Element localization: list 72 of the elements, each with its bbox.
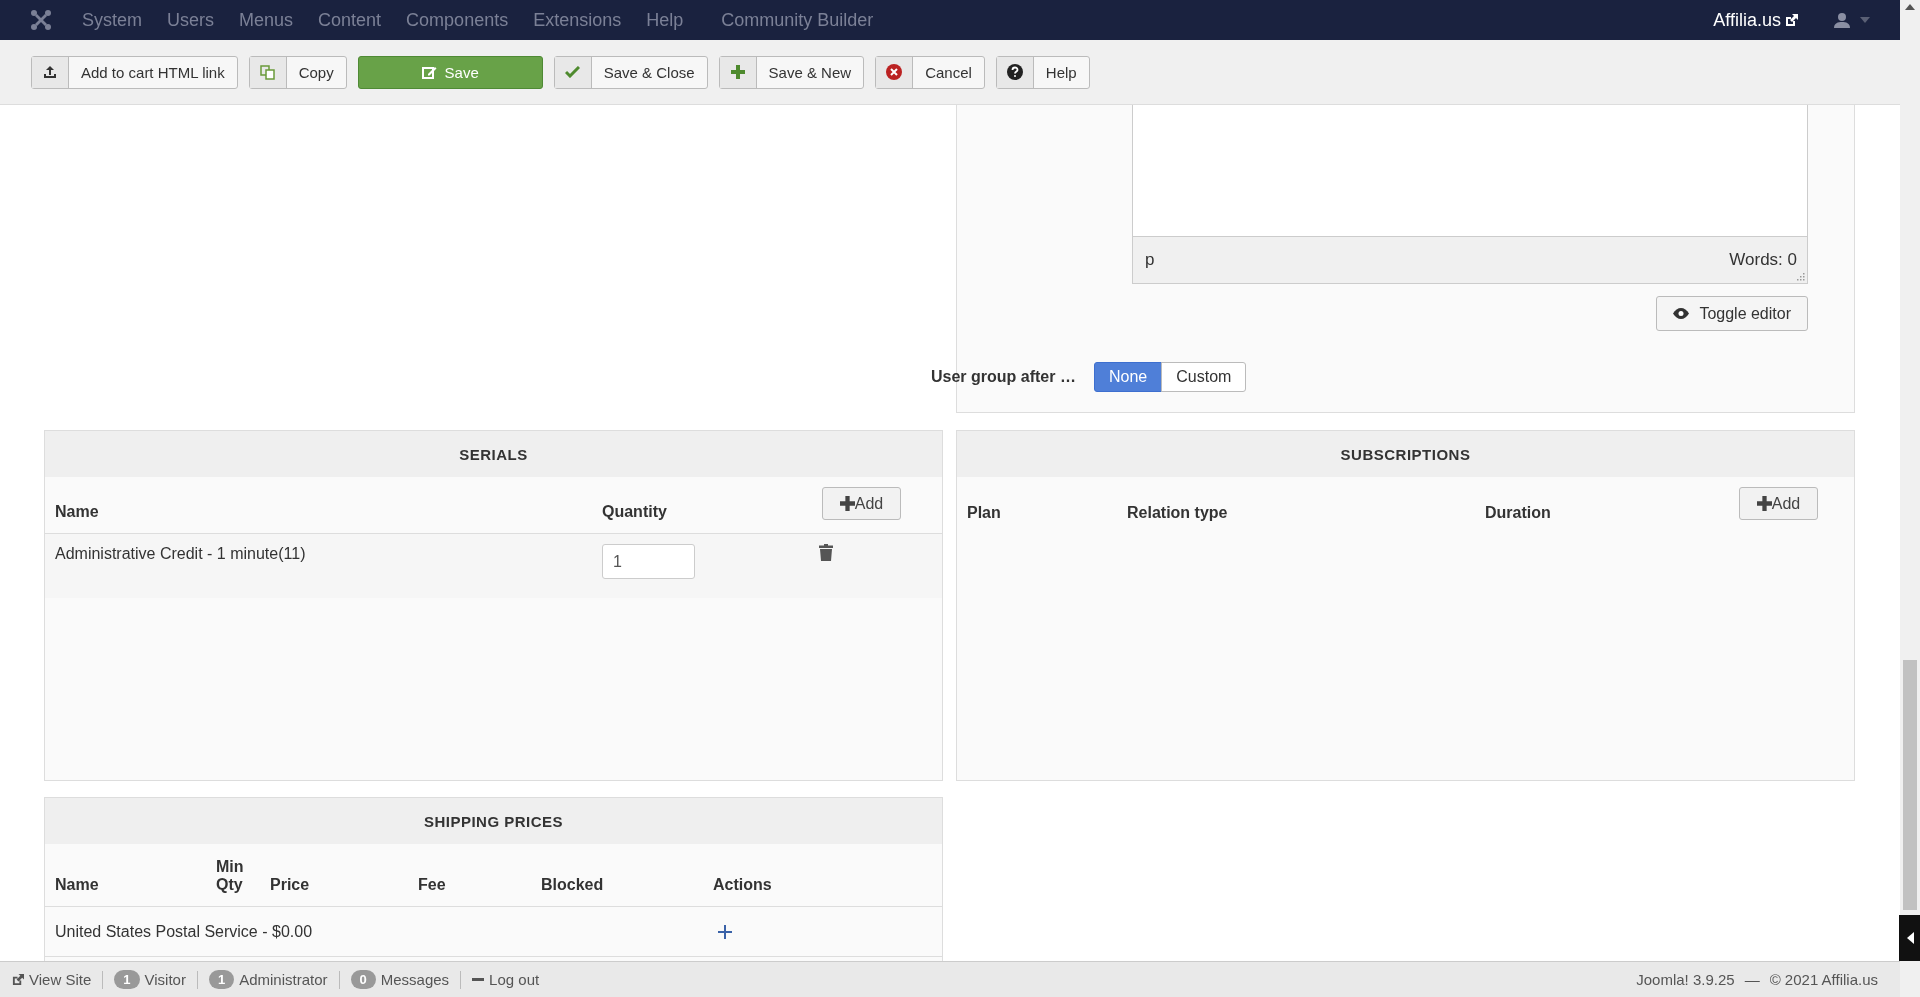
element-path: p (1145, 250, 1155, 270)
status-link[interactable]: 0 Messages (350, 970, 450, 989)
nav-menu-item[interactable]: Menus (239, 9, 294, 31)
scroll-up-icon[interactable] (1905, 4, 1915, 10)
nav-menu-item[interactable]: System (82, 9, 142, 31)
table-cell-text: Administrative Credit - 1 minute(11) (55, 544, 307, 563)
nav-menu-item[interactable]: Users (167, 9, 215, 31)
panel-title: SERIALS (45, 431, 942, 477)
cancel-icon (886, 64, 903, 80)
copyright-text: © 2021 Affilia.us (1769, 971, 1878, 988)
toolbar-button[interactable]: Add to cart HTML link (31, 55, 238, 89)
status-link[interactable]: 1 Administrator (208, 970, 328, 989)
logout-link[interactable]: Log out (472, 971, 540, 988)
separator-text: — (1744, 971, 1760, 988)
eye-icon (1673, 308, 1690, 319)
toolbar-button[interactable]: Copy (248, 55, 347, 89)
nav-menu-item[interactable]: Components (406, 9, 509, 31)
plus-icon[interactable] (718, 924, 732, 939)
plus-icon (1756, 496, 1772, 511)
quantity-field[interactable]: 1 (602, 544, 695, 579)
side-panel-tab[interactable] (1899, 915, 1920, 961)
column-header: Plan (967, 504, 1002, 523)
external-link-icon (1785, 13, 1798, 27)
toggle-option[interactable]: Custom (1161, 362, 1247, 392)
toolbar-button[interactable]: Help (995, 55, 1090, 89)
toolbar-button[interactable]: Cancel (875, 55, 985, 89)
version-text: Joomla! 3.9.25 (1636, 971, 1735, 988)
edit-icon (421, 64, 437, 80)
site-link[interactable]: Affilia.us (1713, 9, 1798, 31)
external-link-icon (12, 973, 24, 986)
field-label: User group after … (931, 368, 1077, 386)
copy-icon (260, 64, 276, 80)
column-header: Name (55, 876, 100, 895)
add-button[interactable]: Add (822, 487, 901, 520)
toggle-editor-button[interactable]: Toggle editor (1656, 296, 1808, 331)
add-button[interactable]: Add (1739, 487, 1818, 520)
minus-icon (472, 977, 485, 982)
left-arrow-icon (1906, 932, 1914, 944)
column-header: Price (270, 876, 311, 895)
column-header: Min Qty (216, 858, 245, 895)
caret-icon[interactable] (1860, 17, 1870, 23)
column-header: Name (55, 503, 100, 522)
view-site-link[interactable]: View Site (12, 971, 92, 988)
panel-title: SHIPPING PRICES (45, 798, 942, 844)
word-count: Words: 0 (1729, 250, 1797, 270)
toolbar-button[interactable]: Save & New (718, 55, 865, 89)
user-icon[interactable] (1834, 12, 1850, 28)
check-icon (565, 66, 581, 78)
column-header: Fee (418, 876, 447, 895)
table-cell-text: United States Postal Service - $0.00 (55, 922, 314, 941)
toolbar-button[interactable]: Save & Close (553, 55, 708, 89)
column-header: Blocked (541, 876, 605, 895)
column-header: Relation type (1127, 504, 1229, 523)
column-header: Actions (713, 876, 773, 895)
panel-title: SUBSCRIPTIONS (957, 431, 1854, 477)
column-header: Quantity (602, 503, 668, 522)
nav-menu-item[interactable]: Content (318, 9, 382, 31)
column-header: Duration (1485, 504, 1552, 523)
joomla-logo-icon (30, 9, 52, 31)
plus-icon (730, 65, 745, 79)
nav-menu-item[interactable]: Help (646, 9, 684, 31)
resize-grip-icon[interactable] (1797, 273, 1805, 281)
status-link[interactable]: 1 Visitor (114, 970, 186, 989)
nav-menu-item[interactable]: Community Builder (721, 9, 874, 31)
upload-icon (43, 65, 57, 79)
scrollbar-thumb[interactable] (1903, 660, 1917, 910)
trash-icon[interactable] (819, 544, 833, 561)
scrollbar[interactable] (1900, 0, 1920, 997)
plus-icon (839, 496, 855, 511)
nav-menu-item[interactable]: Extensions (533, 9, 622, 31)
toggle-option[interactable]: None (1094, 362, 1163, 392)
help-icon (1006, 64, 1023, 80)
